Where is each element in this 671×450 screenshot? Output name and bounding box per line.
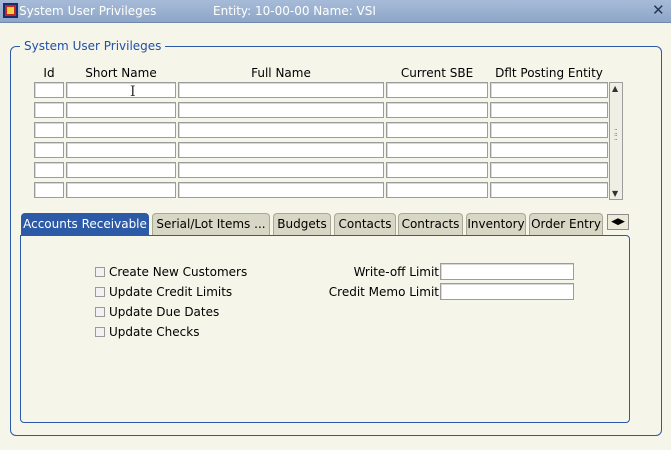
cell-id[interactable] (34, 182, 64, 198)
cell-short-name[interactable] (66, 122, 176, 138)
tab-order-entry[interactable]: Order Entry (529, 213, 603, 235)
checkbox-label: Update Due Dates (109, 305, 220, 319)
window-entity-info: Entity: 10-00-00 Name: VSI (213, 4, 376, 18)
close-icon[interactable]: ✕ (652, 3, 665, 18)
cell-current-sbe[interactable] (386, 122, 488, 138)
cell-full-name[interactable] (178, 142, 384, 158)
grid-scrollbar[interactable]: ▲ ⁚⁚ ⁚⁚ ▼ (609, 82, 623, 200)
cell-current-sbe[interactable] (386, 102, 488, 118)
cell-dflt-posting-entity[interactable] (490, 122, 608, 138)
cell-short-name[interactable] (66, 102, 176, 118)
cell-short-name[interactable] (66, 142, 176, 158)
cell-full-name[interactable] (178, 122, 384, 138)
write-off-limit-label: Write-off Limit (353, 265, 439, 279)
credit-memo-limit-label: Credit Memo Limit (328, 285, 439, 299)
cell-short-name[interactable] (66, 182, 176, 198)
text-cursor-icon: I (130, 84, 136, 100)
checkbox-label: Update Credit Limits (109, 285, 233, 299)
cell-dflt-posting-entity[interactable] (490, 102, 608, 118)
cell-id[interactable] (34, 102, 64, 118)
tab-budgets[interactable]: Budgets (273, 213, 331, 235)
cell-id[interactable] (34, 82, 64, 98)
title-bar: System User Privileges Entity: 10-00-00 … (0, 0, 671, 23)
checkbox-icon[interactable] (95, 267, 105, 277)
cell-full-name[interactable] (178, 162, 384, 178)
tab-serial-lot-items[interactable]: Serial/Lot Items ... (152, 213, 270, 235)
tab-inventory[interactable]: Inventory (466, 213, 526, 235)
cell-short-name[interactable] (66, 162, 176, 178)
scroll-up-icon[interactable]: ▲ (612, 84, 618, 93)
cell-dflt-posting-entity[interactable] (490, 142, 608, 158)
tab-contracts[interactable]: Contracts (398, 213, 463, 235)
cell-id[interactable] (34, 122, 64, 138)
cell-dflt-posting-entity[interactable] (490, 82, 608, 98)
cell-current-sbe[interactable] (386, 142, 488, 158)
group-title: System User Privileges (20, 39, 166, 53)
cell-short-name[interactable] (66, 82, 176, 98)
cell-full-name[interactable] (178, 82, 384, 98)
cell-id[interactable] (34, 142, 64, 158)
cell-current-sbe[interactable] (386, 182, 488, 198)
cell-full-name[interactable] (178, 182, 384, 198)
checkbox-icon[interactable] (95, 307, 105, 317)
column-header-id: Id (43, 66, 55, 80)
cell-id[interactable] (34, 162, 64, 178)
tab-contacts[interactable]: Contacts (334, 213, 396, 235)
write-off-limit-input[interactable] (440, 263, 574, 280)
cell-current-sbe[interactable] (386, 162, 488, 178)
oracle-forms-app-icon[interactable] (3, 3, 18, 18)
cell-current-sbe[interactable] (386, 82, 488, 98)
tab-scroll-arrows-icon[interactable]: ◀▶ (607, 214, 629, 230)
checkbox-icon[interactable] (95, 287, 105, 297)
column-header-dflt-posting-entity: Dflt Posting Entity (495, 66, 603, 80)
window-title: System User Privileges (19, 4, 157, 18)
cell-dflt-posting-entity[interactable] (490, 182, 608, 198)
scroll-grip-icon[interactable]: ⁚⁚ ⁚⁚ (614, 129, 618, 142)
checkbox-label: Update Checks (109, 325, 200, 339)
checkbox-label: Create New Customers (109, 265, 248, 279)
tab-accounts-receivable[interactable]: Accounts Receivable (21, 213, 149, 235)
credit-memo-limit-input[interactable] (440, 283, 574, 300)
scroll-down-icon[interactable]: ▼ (612, 189, 618, 198)
checkbox-icon[interactable] (95, 327, 105, 337)
cell-dflt-posting-entity[interactable] (490, 162, 608, 178)
column-header-full-name: Full Name (251, 66, 311, 80)
cell-full-name[interactable] (178, 102, 384, 118)
column-header-current-sbe: Current SBE (400, 66, 474, 80)
column-header-short-name: Short Name (85, 66, 157, 80)
